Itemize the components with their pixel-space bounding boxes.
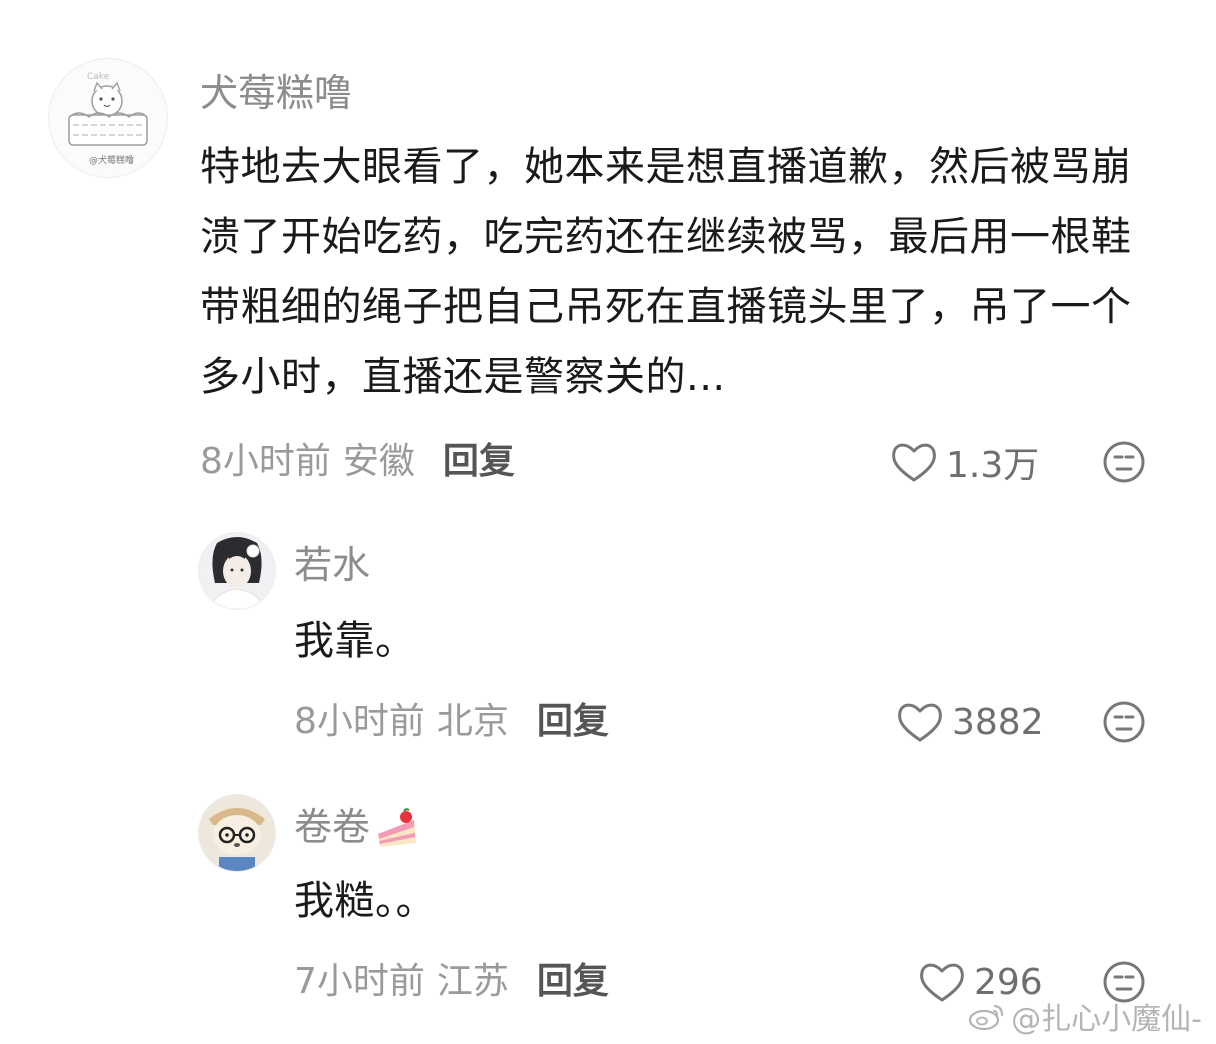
comment-time: 7小时前 [294,961,425,1002]
reply-button[interactable]: 回复 [443,441,515,482]
comment-text: 我靠。 [294,618,416,664]
avatar-logo-text: Cake [87,72,110,82]
watermark-text: @扎心小魔仙- [1011,1002,1202,1037]
avatar-caption: @犬莓糕噜 [89,154,134,166]
comment-meta: 8小时前 安徽 回复 [200,440,515,484]
comment-time: 8小时前 [294,701,425,742]
comment-item: Cake @犬莓糕噜 犬莓糕噜 特地去大眼看了，她本来是想直播道歉，然后被骂崩溃… [0,0,1216,500]
cake-emoji-icon [377,807,417,847]
comment-meta: 7小时前 江苏 回复 [294,960,609,1004]
watermark: @扎心小魔仙- [967,994,1202,1038]
like-button[interactable]: 1.3万 [890,440,1039,486]
reply-button[interactable]: 回复 [537,961,609,1002]
username-text: 卷卷 [294,805,371,849]
comment-time: 8小时前 [200,441,331,482]
reply-button[interactable]: 回复 [537,701,609,742]
comment-text: 我糙。。 [294,878,436,924]
neutral-face-icon[interactable] [1102,700,1146,744]
comment-text: 特地去大眼看了，她本来是想直播道歉，然后被骂崩溃了开始吃药，吃完药还在继续被骂，… [200,144,1132,400]
heart-outline-icon [920,963,964,1002]
comment-item: 若水 我靠。 8小时前 北京 回复 3882 [0,500,1216,770]
like-count: 3882 [952,701,1044,743]
weibo-logo-icon [969,1004,1004,1031]
username[interactable]: 卷卷 [294,804,420,853]
like-button[interactable]: 3882 [896,700,1044,744]
avatar-bear-with-glasses [199,795,275,871]
like-count: 1.3万 [946,445,1040,486]
avatar[interactable]: Cake @犬莓糕噜 [48,58,168,178]
username[interactable]: 犬莓糕噜 [200,70,352,116]
avatar-portrait [199,533,275,609]
username[interactable]: 若水 [294,542,370,588]
heart-outline-icon [898,703,942,742]
comment-location: 安徽 [342,441,415,482]
avatar[interactable] [198,532,276,610]
avatar-cake-illustration: Cake @犬莓糕噜 [68,72,148,166]
comment-meta: 8小时前 北京 回复 [294,700,609,744]
comment-location: 北京 [436,701,509,742]
comment-location: 江苏 [436,961,509,1002]
avatar[interactable] [198,794,276,872]
heart-outline-icon [892,443,936,482]
neutral-face-icon[interactable] [1102,440,1146,484]
